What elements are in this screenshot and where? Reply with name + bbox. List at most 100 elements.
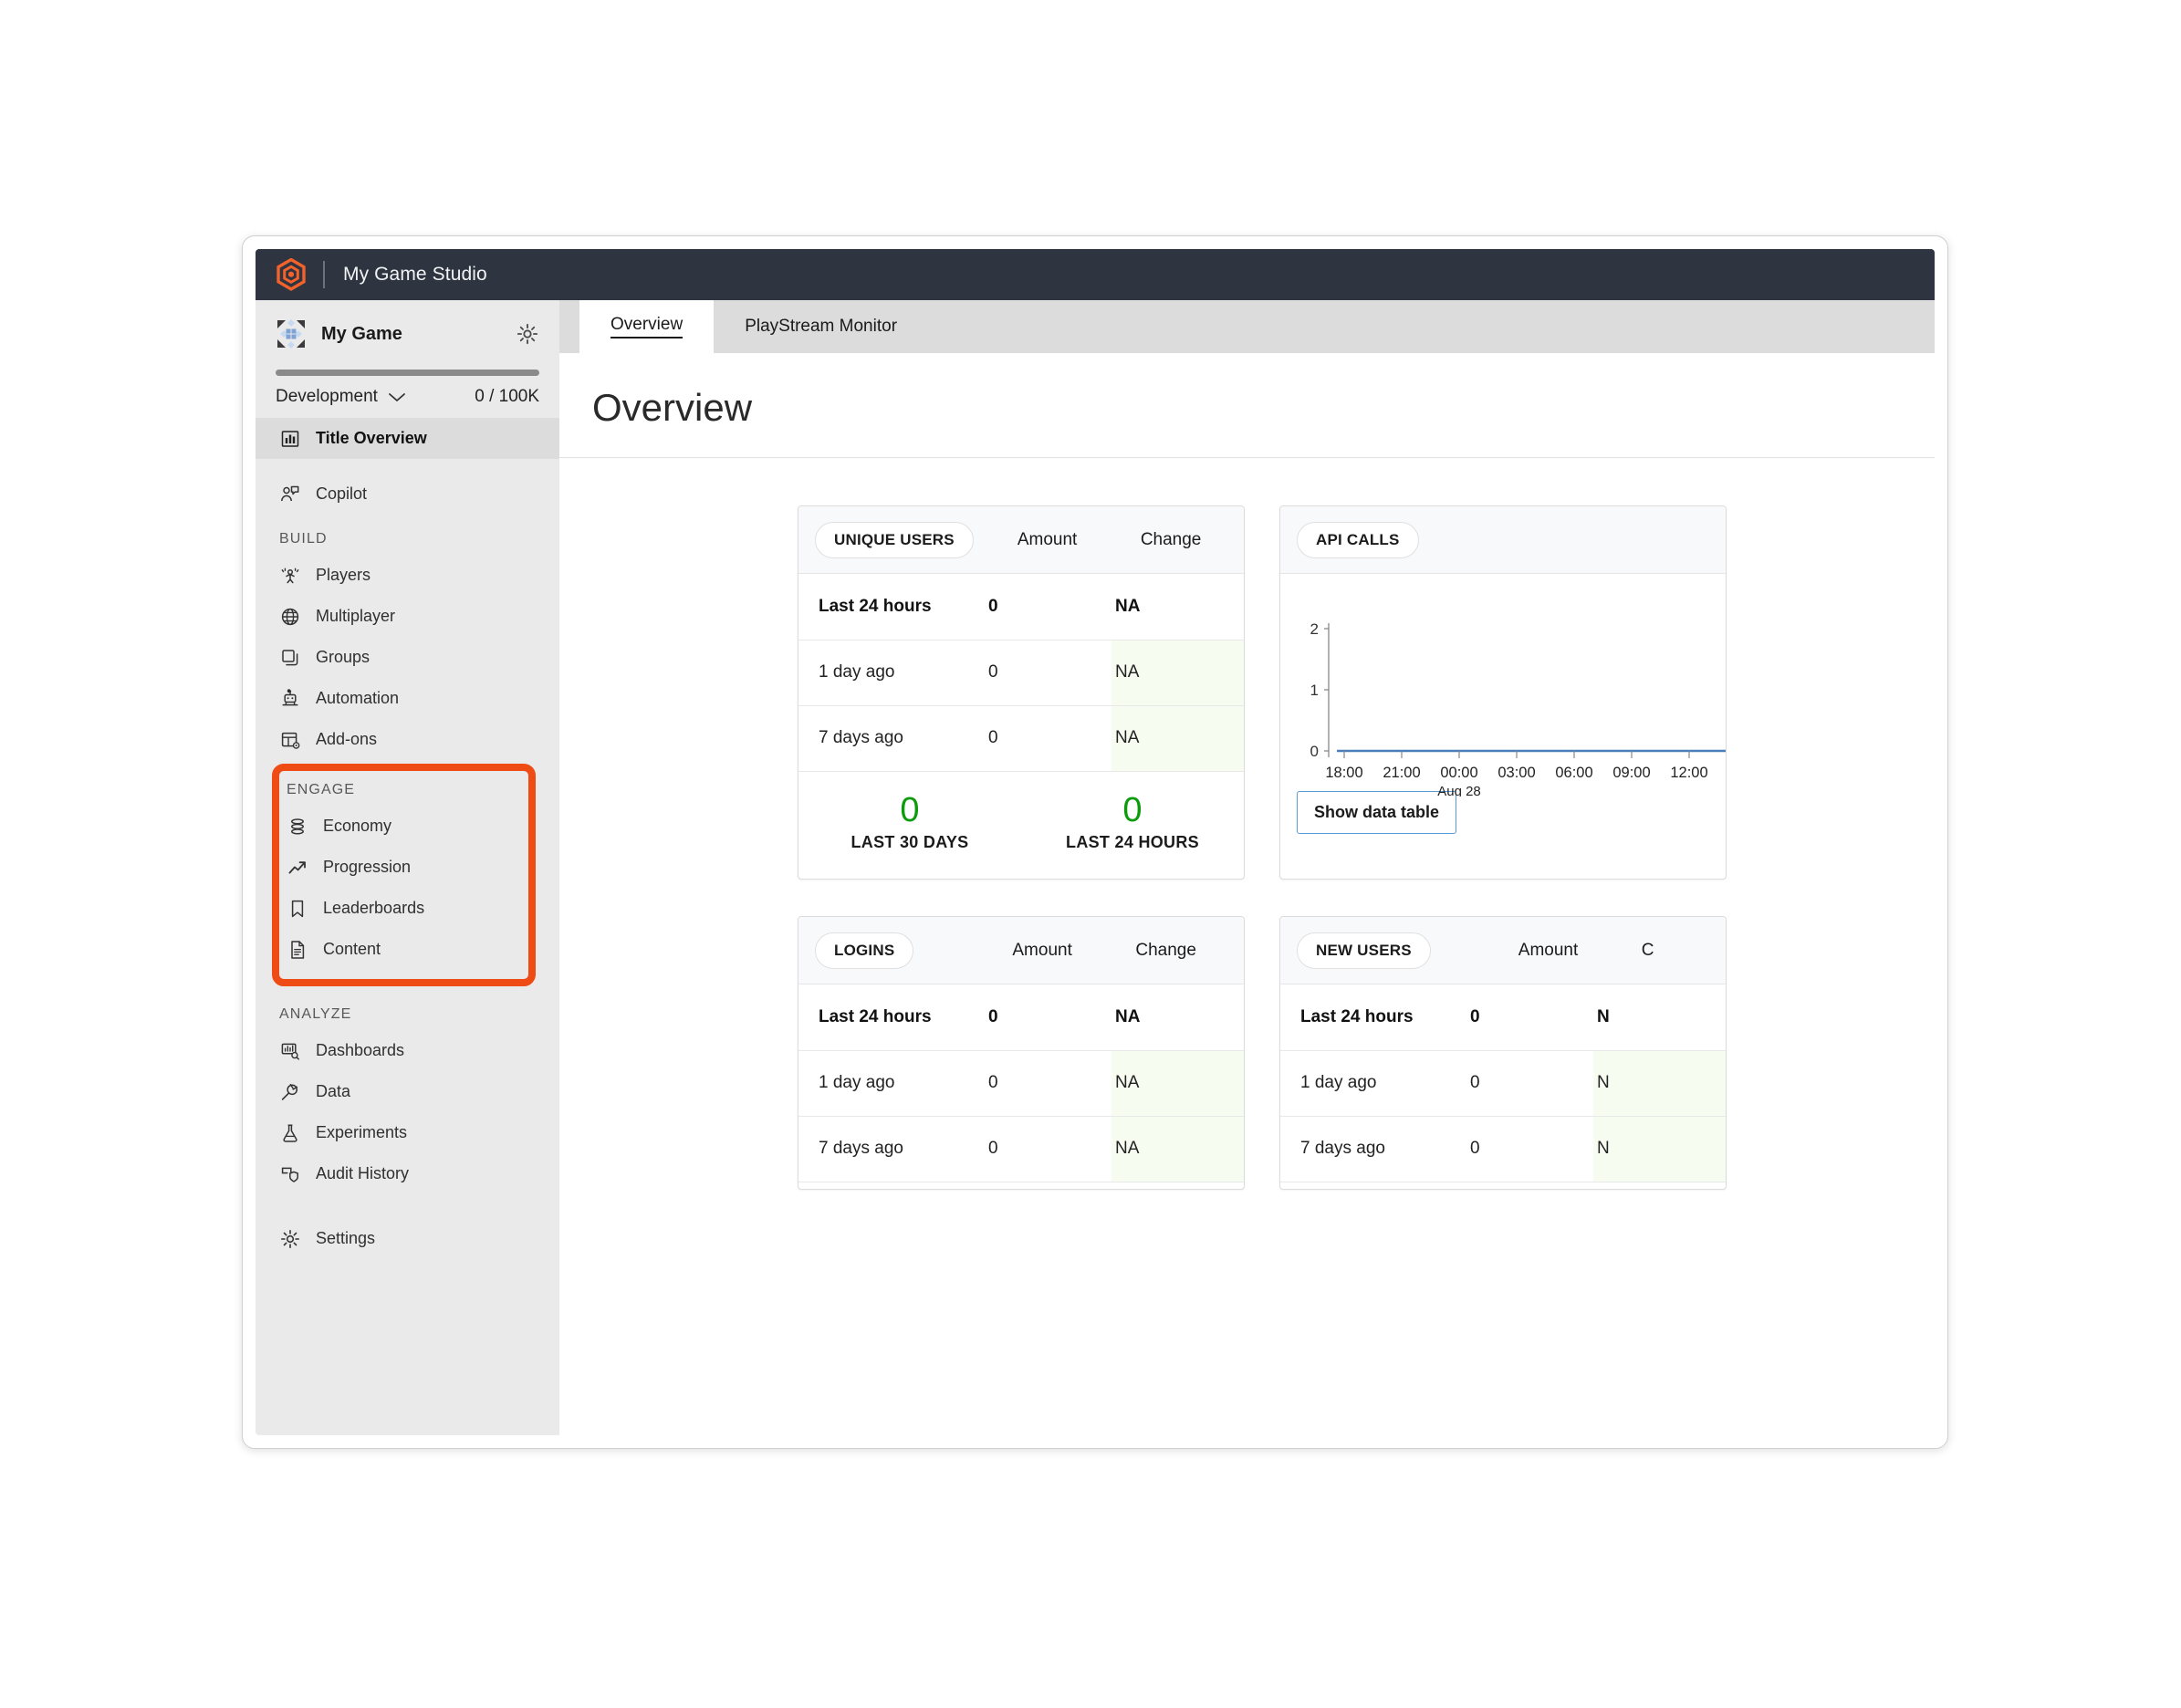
- table-row: Last 24 hours 0 NA: [798, 574, 1244, 640]
- totals-row: 0 LAST 30 DAYS 0 LAST 24 HOURS: [798, 772, 1244, 853]
- row-label: Last 24 hours: [1280, 984, 1470, 1051]
- sidebar-item-groups[interactable]: Groups: [256, 637, 559, 678]
- show-data-table-button[interactable]: Show data table: [1297, 791, 1457, 834]
- row-change: NA: [1111, 1050, 1244, 1117]
- row-label: 7 days ago: [798, 705, 988, 772]
- sidebar-item-leaderboards[interactable]: Leaderboards: [279, 888, 528, 929]
- gear-icon: [281, 1229, 299, 1248]
- card-header: LOGINS Amount Change: [798, 917, 1244, 984]
- total-label: LAST 30 DAYS: [850, 833, 969, 852]
- sidebar-item-players[interactable]: Players: [256, 555, 559, 596]
- window-content: My Game Studio My Game Development 0 / 1…: [256, 249, 1935, 1435]
- coins-stack-icon: [291, 818, 304, 835]
- page-title: Overview: [592, 386, 753, 429]
- table-row: 7 days ago 0 NA: [798, 1116, 1244, 1182]
- card-header: API CALLS: [1280, 506, 1726, 574]
- environment-block: Development 0 / 100K: [256, 360, 559, 418]
- game-tile-icon: [276, 318, 307, 349]
- environment-row[interactable]: Development 0 / 100K: [276, 387, 539, 407]
- browser-window: My Game Studio My Game Development 0 / 1…: [242, 235, 1948, 1449]
- sidebar-item-settings[interactable]: Settings: [256, 1218, 559, 1259]
- quota-label: 0 / 100K: [475, 387, 539, 406]
- sidebar-item-add-ons[interactable]: Add-ons: [256, 719, 559, 760]
- trend-up-arrow-icon: [288, 860, 306, 873]
- sidebar-section-engage-highlight: ENGAGE Economy Progression Leaderboards …: [272, 764, 536, 986]
- cards-grid: UNIQUE USERS Amount Change Last 24 hours…: [559, 458, 1935, 1190]
- x-tick-1: 21:00: [1383, 765, 1420, 781]
- sidebar-item-audit-history[interactable]: Audit History: [256, 1153, 559, 1194]
- x-tick-0: 18:00: [1325, 765, 1362, 781]
- sidebar-item-automation[interactable]: Automation: [256, 678, 559, 719]
- sidebar-section-build: BUILD: [279, 531, 328, 547]
- sidebar-item-label: Data: [316, 1082, 351, 1100]
- app-body: My Game Development 0 / 100K Title Overv…: [256, 300, 1935, 1435]
- tab-label: Overview: [610, 315, 684, 338]
- page-header: Overview: [559, 353, 1935, 458]
- card-title-pill: LOGINS: [815, 932, 914, 969]
- shield-history-icon: [281, 1167, 298, 1182]
- row-change: N: [1593, 984, 1726, 1051]
- row-amount: 0: [1470, 1116, 1593, 1182]
- column-header-change: Change: [1140, 529, 1202, 549]
- sidebar-item-economy[interactable]: Economy: [279, 806, 528, 847]
- table-row: Last 24 hours 0 NA: [798, 984, 1244, 1051]
- flask-icon: [283, 1123, 297, 1142]
- card-api-calls: API CALLS 2 1 0 18:00 21:00 00:00 Aug 28…: [1279, 505, 1727, 880]
- table-row: 1 day ago 0 NA: [798, 640, 1244, 706]
- card-header: UNIQUE USERS Amount Change: [798, 506, 1244, 574]
- row-amount: 0: [1470, 984, 1593, 1051]
- row-amount: 0: [1470, 1050, 1593, 1117]
- row-change: NA: [1111, 574, 1244, 640]
- row-label: 1 day ago: [798, 1050, 988, 1117]
- card-logins: LOGINS Amount Change Last 24 hours 0 NA …: [798, 916, 1245, 1190]
- addons-grid-icon: [281, 732, 300, 749]
- sidebar-item-dashboards[interactable]: Dashboards: [256, 1030, 559, 1071]
- tab-playstream-monitor[interactable]: PlayStream Monitor: [714, 300, 928, 353]
- gear-icon[interactable]: [516, 322, 539, 346]
- game-selector[interactable]: My Game: [256, 307, 559, 360]
- sidebar-item-label: Content: [323, 940, 381, 958]
- row-change: N: [1593, 1050, 1726, 1117]
- row-amount: 0: [988, 984, 1111, 1051]
- card-new-users: NEW USERS Amount C Last 24 hours 0 N 1 d…: [1279, 916, 1727, 1190]
- sidebar-item-multiplayer[interactable]: Multiplayer: [256, 596, 559, 637]
- y-tick-2: 2: [1310, 620, 1319, 638]
- sidebar-item-label: Settings: [316, 1229, 376, 1247]
- sidebar-item-label: Dashboards: [316, 1041, 405, 1059]
- card-title-pill: API CALLS: [1297, 521, 1419, 558]
- globe-icon: [281, 608, 299, 625]
- sidebar-item-label: Copilot: [316, 484, 368, 503]
- copilot-person-icon: [281, 485, 299, 501]
- row-amount: 0: [988, 705, 1111, 772]
- sidebar-item-data[interactable]: Data: [256, 1071, 559, 1112]
- sidebar-item-experiments[interactable]: Experiments: [256, 1112, 559, 1153]
- tab-label: PlayStream Monitor: [745, 317, 898, 336]
- sidebar-item-progression[interactable]: Progression: [279, 847, 528, 888]
- tab-strip: Overview PlayStream Monitor: [559, 300, 1935, 353]
- table-row: 7 days ago 0 NA: [798, 705, 1244, 772]
- environment-name: Development: [276, 387, 378, 406]
- row-label: 7 days ago: [1280, 1116, 1470, 1182]
- sidebar-item-title-overview[interactable]: Title Overview: [256, 418, 559, 459]
- row-amount: 0: [988, 574, 1111, 640]
- tab-overview[interactable]: Overview: [579, 300, 715, 353]
- row-change: NA: [1111, 984, 1244, 1051]
- column-header-amount: Amount: [1518, 940, 1579, 960]
- card-unique-users: UNIQUE USERS Amount Change Last 24 hours…: [798, 505, 1245, 880]
- bar-chart-icon: [281, 430, 299, 447]
- row-amount: 0: [988, 1116, 1111, 1182]
- document-icon: [291, 940, 305, 959]
- sidebar-item-copilot[interactable]: Copilot: [256, 474, 559, 515]
- chevron-down-icon[interactable]: [387, 391, 407, 403]
- row-label: 1 day ago: [798, 640, 988, 706]
- total-label: LAST 24 HOURS: [1066, 833, 1199, 852]
- total-last-30-days: 0 LAST 30 DAYS: [798, 790, 1021, 853]
- total-value: 0: [900, 790, 920, 829]
- api-calls-chart: 2 1 0 18:00 21:00 00:00 Aug 28 03:00 06:…: [1280, 574, 1726, 797]
- sidebar-item-label: Experiments: [316, 1123, 408, 1141]
- sidebar-item-content[interactable]: Content: [279, 929, 528, 970]
- line-chart-svg: 2 1 0 18:00 21:00 00:00 Aug 28 03:00 06:…: [1310, 620, 1726, 797]
- top-brand-bar: My Game Studio: [256, 249, 1935, 300]
- sidebar-item-label: Progression: [323, 858, 412, 876]
- table-row: 7 days ago 0 N: [1280, 1116, 1726, 1182]
